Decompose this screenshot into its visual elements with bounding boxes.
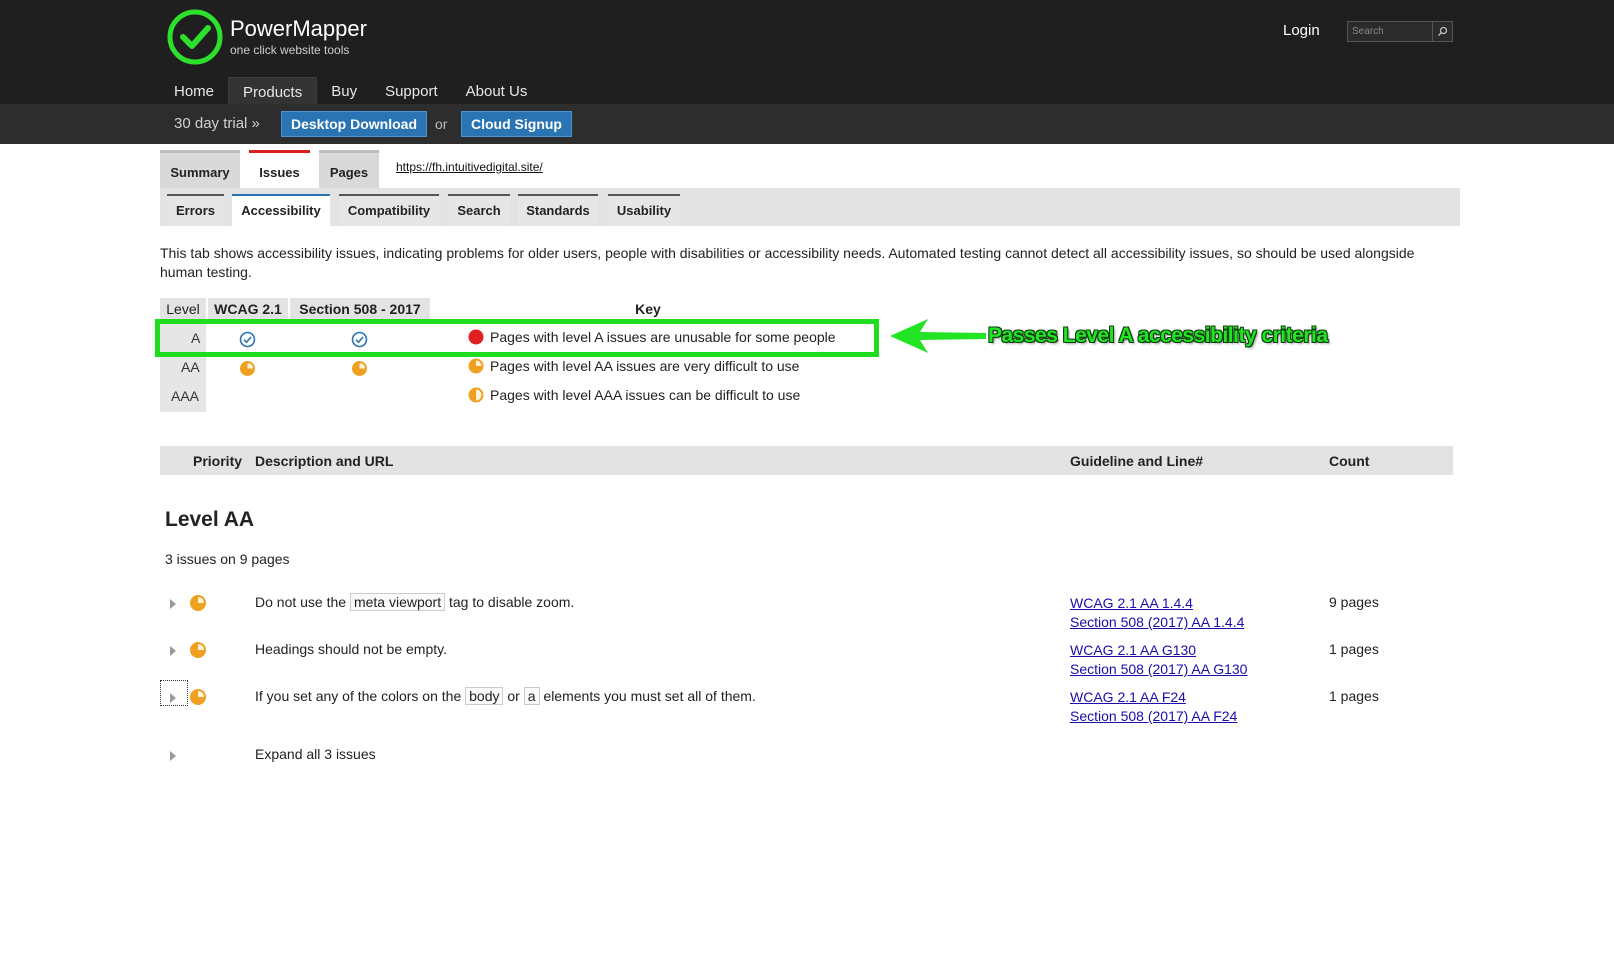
expand-arrow-icon[interactable] bbox=[170, 599, 176, 609]
expand-arrow-icon[interactable] bbox=[170, 751, 176, 761]
level-aa-label: AA bbox=[181, 359, 200, 375]
section508-link[interactable]: Section 508 (2017) AA F24 bbox=[1070, 707, 1237, 726]
nav-products[interactable]: Products bbox=[228, 77, 318, 104]
wcag-link[interactable]: WCAG 2.1 AA G130 bbox=[1070, 641, 1247, 660]
tab-pages[interactable]: Pages bbox=[319, 150, 379, 188]
search-icon bbox=[1438, 26, 1448, 36]
wcag-link[interactable]: WCAG 2.1 AA F24 bbox=[1070, 688, 1237, 707]
key-text-aaa: Pages with level AAA issues can be diffi… bbox=[490, 387, 801, 403]
issue-count: 9 pages bbox=[1329, 594, 1379, 610]
tab-search[interactable]: Search bbox=[448, 194, 510, 226]
brand-name: PowerMapper bbox=[230, 16, 367, 41]
level-header: Level bbox=[160, 298, 206, 320]
pie-three-quarter-icon bbox=[190, 595, 206, 611]
guideline-links: WCAG 2.1 AA G130 Section 508 (2017) AA G… bbox=[1070, 641, 1247, 679]
nav-about-us[interactable]: About Us bbox=[452, 77, 542, 104]
logo-check-icon bbox=[167, 9, 223, 65]
logo[interactable]: PowerMapper one click website tools bbox=[166, 8, 367, 66]
count-header: Count bbox=[1329, 453, 1370, 469]
code-snippet: a bbox=[523, 687, 540, 705]
key-row-aa: Pages with level AA issues are very diff… bbox=[468, 358, 799, 374]
desktop-download-button[interactable]: Desktop Download bbox=[281, 111, 428, 137]
site-url-link[interactable]: https://fh.intuitivedigital.site/ bbox=[396, 160, 543, 174]
code-snippet: body bbox=[465, 687, 504, 705]
key-row-aaa: Pages with level AAA issues can be diffi… bbox=[468, 387, 800, 403]
wcag-header: WCAG 2.1 bbox=[208, 298, 288, 320]
main-nav: Home Products Buy Support About Us bbox=[160, 77, 541, 104]
login-link[interactable]: Login bbox=[1283, 22, 1320, 39]
expand-all-row[interactable]: Expand all 3 issues bbox=[160, 746, 1453, 786]
section508-link[interactable]: Section 508 (2017) AA 1.4.4 bbox=[1070, 613, 1244, 632]
pie-half-icon bbox=[468, 387, 484, 403]
nav-support[interactable]: Support bbox=[371, 77, 452, 104]
section508-link[interactable]: Section 508 (2017) AA G130 bbox=[1070, 660, 1247, 679]
expand-arrow-icon[interactable] bbox=[170, 646, 176, 656]
callout-arrow-icon bbox=[890, 319, 986, 353]
issue-count: 1 pages bbox=[1329, 688, 1379, 704]
pie-three-quarter-icon bbox=[190, 642, 206, 658]
level-a-highlight-box bbox=[155, 319, 879, 357]
key-header: Key bbox=[635, 301, 661, 317]
level-aa-title: Level AA bbox=[165, 508, 255, 531]
tab-compatibility[interactable]: Compatibility bbox=[339, 194, 439, 226]
tab-standards[interactable]: Standards bbox=[518, 194, 598, 226]
tab-issues[interactable]: Issues bbox=[249, 150, 310, 188]
brand-tagline: one click website tools bbox=[230, 43, 350, 57]
issue-count: 1 pages bbox=[1329, 641, 1379, 657]
key-text-aa: Pages with level AA issues are very diff… bbox=[490, 358, 800, 374]
intro-text: This tab shows accessibility issues, ind… bbox=[160, 245, 1415, 280]
tab-usability[interactable]: Usability bbox=[608, 194, 680, 226]
site-header: PowerMapper one click website tools Logi… bbox=[0, 0, 1614, 104]
description-header: Description and URL bbox=[255, 453, 394, 469]
priority-header: Priority bbox=[193, 453, 243, 469]
section508-header: Section 508 - 2017 bbox=[290, 298, 430, 320]
search-box bbox=[1347, 21, 1453, 42]
issue-description[interactable]: Do not use the meta viewport tag to disa… bbox=[255, 593, 575, 611]
desc-text: or bbox=[507, 688, 520, 704]
level-aaa-label: AAA bbox=[171, 388, 200, 404]
trial-text: 30 day trial » bbox=[174, 115, 260, 132]
cloud-signup-button[interactable]: Cloud Signup bbox=[461, 111, 572, 137]
issue-description[interactable]: Headings should not be empty. bbox=[255, 641, 447, 657]
issue-row: Headings should not be empty. WCAG 2.1 A… bbox=[160, 641, 1453, 681]
tab-errors[interactable]: Errors bbox=[167, 194, 224, 226]
wcag-link[interactable]: WCAG 2.1 AA 1.4.4 bbox=[1070, 594, 1244, 613]
guideline-links: WCAG 2.1 AA 1.4.4 Section 508 (2017) AA … bbox=[1070, 594, 1244, 632]
guideline-links: WCAG 2.1 AA F24 Section 508 (2017) AA F2… bbox=[1070, 688, 1237, 726]
expand-all-link[interactable]: Expand all 3 issues bbox=[255, 746, 376, 762]
callout-text: Passes Level A accessibility criteria bbox=[988, 324, 1328, 347]
expand-arrow-icon[interactable] bbox=[170, 693, 176, 703]
desc-text: If you set any of the colors on the bbox=[255, 688, 462, 704]
or-text: or bbox=[435, 116, 448, 132]
desc-text: Headings should not be empty. bbox=[255, 641, 447, 657]
issue-description[interactable]: If you set any of the colors on the body… bbox=[255, 687, 756, 705]
desc-text: Do not use the bbox=[255, 594, 347, 610]
issue-row: Do not use the meta viewport tag to disa… bbox=[160, 593, 1453, 634]
guideline-header: Guideline and Line# bbox=[1070, 453, 1204, 469]
nav-home[interactable]: Home bbox=[160, 77, 228, 104]
tab-summary[interactable]: Summary bbox=[160, 150, 240, 188]
trial-bar: 30 day trial » Desktop Download or Cloud… bbox=[0, 104, 1614, 144]
code-snippet: meta viewport bbox=[349, 593, 446, 611]
desc-text: elements you must set all of them. bbox=[543, 688, 756, 704]
search-input[interactable] bbox=[1348, 22, 1432, 41]
desc-text: tag to disable zoom. bbox=[449, 594, 575, 610]
pie-three-quarter-icon bbox=[468, 358, 484, 374]
issues-summary: 3 issues on 9 pages bbox=[165, 551, 290, 567]
issues-table-header: Priority Description and URL Guideline a… bbox=[160, 446, 1453, 475]
wcag-aa-pie-icon bbox=[240, 361, 255, 376]
tab-accessibility[interactable]: Accessibility bbox=[232, 194, 330, 226]
search-button[interactable] bbox=[1432, 22, 1452, 41]
issue-row: If you set any of the colors on the body… bbox=[160, 680, 1453, 728]
pie-three-quarter-icon bbox=[190, 689, 206, 705]
s508-aa-pie-icon bbox=[352, 361, 367, 376]
nav-buy[interactable]: Buy bbox=[317, 77, 371, 104]
